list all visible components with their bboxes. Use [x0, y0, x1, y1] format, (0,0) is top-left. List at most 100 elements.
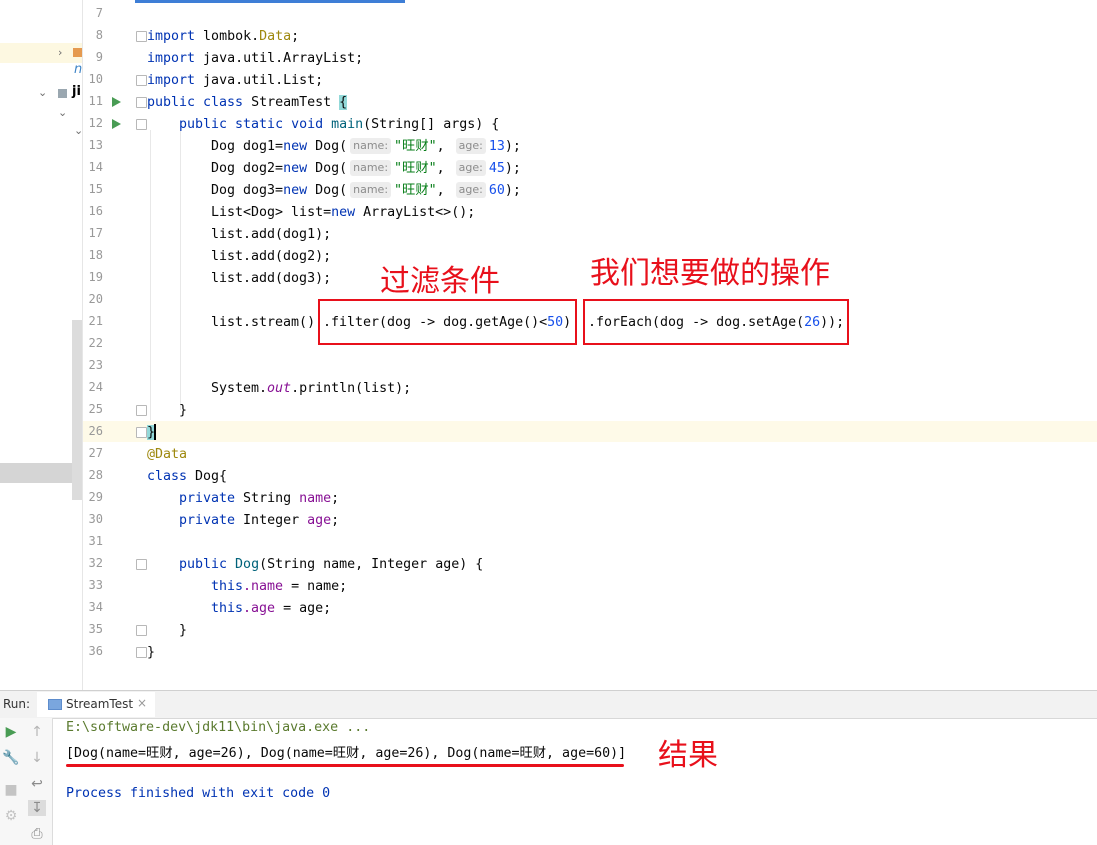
- code-line-13[interactable]: Dog dog1=new Dog(name: "旺财", age: 13);: [211, 136, 521, 158]
- code-line-24[interactable]: System.out.println(list);: [211, 378, 411, 400]
- print-icon[interactable]: ⎙: [28, 826, 46, 842]
- indent-guide: [150, 130, 151, 420]
- project-row-highlight[interactable]: [0, 463, 82, 483]
- line-number: 19: [88, 270, 103, 284]
- code-line-11[interactable]: public class StreamTest {: [147, 92, 348, 114]
- line-number: 8: [95, 28, 103, 42]
- code-line-35[interactable]: }: [179, 620, 187, 642]
- chevron-down-icon[interactable]: ⌄: [58, 106, 67, 119]
- folder-icon: [58, 89, 67, 98]
- project-scrollbar[interactable]: [72, 320, 82, 500]
- line-number: 36: [88, 644, 103, 658]
- line-number: 14: [88, 160, 103, 174]
- fold-icon[interactable]: [136, 405, 147, 416]
- soft-wrap-icon[interactable]: ↩: [28, 776, 46, 792]
- line-number: 10: [88, 72, 103, 86]
- code-line-21-stream[interactable]: list.stream(): [211, 312, 315, 334]
- run-main-icon[interactable]: [112, 119, 121, 129]
- line-number: 17: [88, 226, 103, 240]
- run-icon[interactable]: ▶: [2, 724, 20, 740]
- code-line-25[interactable]: }: [179, 400, 187, 422]
- current-line-highlight: [83, 421, 1097, 442]
- code-line-9[interactable]: import java.util.ArrayList;: [147, 48, 363, 70]
- fold-icon[interactable]: [136, 119, 147, 130]
- param-hint-age: age:: [455, 182, 486, 198]
- foreach-annotation: 我们想要做的操作: [590, 256, 830, 291]
- console-output: [Dog(name=旺财, age=26), Dog(name=旺财, age=…: [66, 746, 627, 761]
- console-command: E:\software-dev\jdk11\bin\java.exe ...: [66, 720, 371, 735]
- line-number: 9: [95, 50, 103, 64]
- code-line-16[interactable]: List<Dog> list=new ArrayList<>();: [211, 202, 475, 224]
- up-icon[interactable]: ↑: [28, 724, 46, 740]
- editor-tab-indicator: [135, 0, 405, 3]
- fold-icon[interactable]: [136, 75, 147, 86]
- run-toolbar: ▶ ↑ 🔧 ↓ ↩ ■ ↧ ⚙ ⎙: [0, 718, 53, 845]
- code-line-17[interactable]: list.add(dog1);: [211, 224, 331, 246]
- line-number: 22: [88, 336, 103, 350]
- code-line-34[interactable]: this.age = age;: [211, 598, 331, 620]
- param-hint-name: name:: [350, 138, 392, 154]
- line-number: 24: [88, 380, 103, 394]
- code-line-30[interactable]: private Integer age;: [179, 510, 339, 532]
- filter-highlight-box: [318, 299, 577, 345]
- chevron-down-icon[interactable]: ⌄: [38, 86, 47, 99]
- project-item-label[interactable]: n: [74, 62, 82, 77]
- output-underline: [66, 764, 624, 767]
- code-line-28[interactable]: class Dog{: [147, 466, 227, 488]
- stop-icon[interactable]: ■: [2, 782, 20, 798]
- code-line-19[interactable]: list.add(dog3);: [211, 268, 331, 290]
- line-number: 32: [88, 556, 103, 570]
- run-label: Run:: [3, 697, 31, 711]
- project-panel[interactable]: › n ⌄ ji ⌄ ⌄: [0, 0, 83, 690]
- wrench-icon[interactable]: 🔧: [2, 750, 20, 766]
- code-line-10[interactable]: import java.util.List;: [147, 70, 323, 92]
- line-number: 23: [88, 358, 103, 372]
- line-number: 16: [88, 204, 103, 218]
- line-number: 7: [95, 6, 103, 20]
- run-panel-header: [0, 690, 1097, 719]
- fold-icon[interactable]: [136, 31, 147, 42]
- down-icon[interactable]: ↓: [28, 750, 46, 766]
- param-hint-age: age:: [455, 160, 486, 176]
- line-number: 26: [88, 424, 103, 438]
- code-line-18[interactable]: list.add(dog2);: [211, 246, 331, 268]
- code-line-36[interactable]: }: [147, 642, 155, 664]
- project-module-label[interactable]: ji: [72, 84, 81, 99]
- fold-icon[interactable]: [136, 647, 147, 658]
- line-number: 28: [88, 468, 103, 482]
- project-row-selected[interactable]: [0, 43, 82, 63]
- fold-icon[interactable]: [136, 625, 147, 636]
- indent-guide: [180, 130, 181, 410]
- code-line-15[interactable]: Dog dog3=new Dog(name: "旺财", age: 60);: [211, 180, 521, 202]
- run-tab-label[interactable]: StreamTest: [66, 697, 133, 711]
- line-number: 27: [88, 446, 103, 460]
- line-number: 13: [88, 138, 103, 152]
- code-line-12[interactable]: public static void main(String[] args) {: [179, 114, 499, 136]
- foreach-highlight-box: [583, 299, 849, 345]
- scroll-end-icon[interactable]: ↧: [28, 800, 46, 816]
- line-number: 33: [88, 578, 103, 592]
- code-line-27[interactable]: @Data: [147, 444, 187, 466]
- console-exit-message: Process finished with exit code 0: [66, 786, 331, 801]
- fold-icon[interactable]: [136, 97, 147, 108]
- line-number: 18: [88, 248, 103, 262]
- chevron-down-icon[interactable]: ⌄: [74, 124, 83, 137]
- code-line-32[interactable]: public Dog(String name, Integer age) {: [179, 554, 483, 576]
- code-line-33[interactable]: this.name = name;: [211, 576, 347, 598]
- chevron-right-icon[interactable]: ›: [58, 46, 62, 59]
- line-number: 30: [88, 512, 103, 526]
- result-annotation: 结果: [658, 738, 718, 773]
- line-number: 20: [88, 292, 103, 306]
- line-number: 29: [88, 490, 103, 504]
- line-number: 15: [88, 182, 103, 196]
- run-class-icon[interactable]: [112, 97, 121, 107]
- folder-icon: [73, 48, 82, 57]
- code-line-29[interactable]: private String name;: [179, 488, 339, 510]
- line-number: 12: [88, 116, 103, 130]
- code-line-14[interactable]: Dog dog2=new Dog(name: "旺财", age: 45);: [211, 158, 521, 180]
- fold-icon[interactable]: [136, 559, 147, 570]
- settings-icon[interactable]: ⚙: [2, 808, 20, 824]
- fold-icon[interactable]: [136, 427, 147, 438]
- close-tab-icon[interactable]: ×: [137, 696, 147, 710]
- code-line-8[interactable]: import lombok.Data;: [147, 26, 299, 48]
